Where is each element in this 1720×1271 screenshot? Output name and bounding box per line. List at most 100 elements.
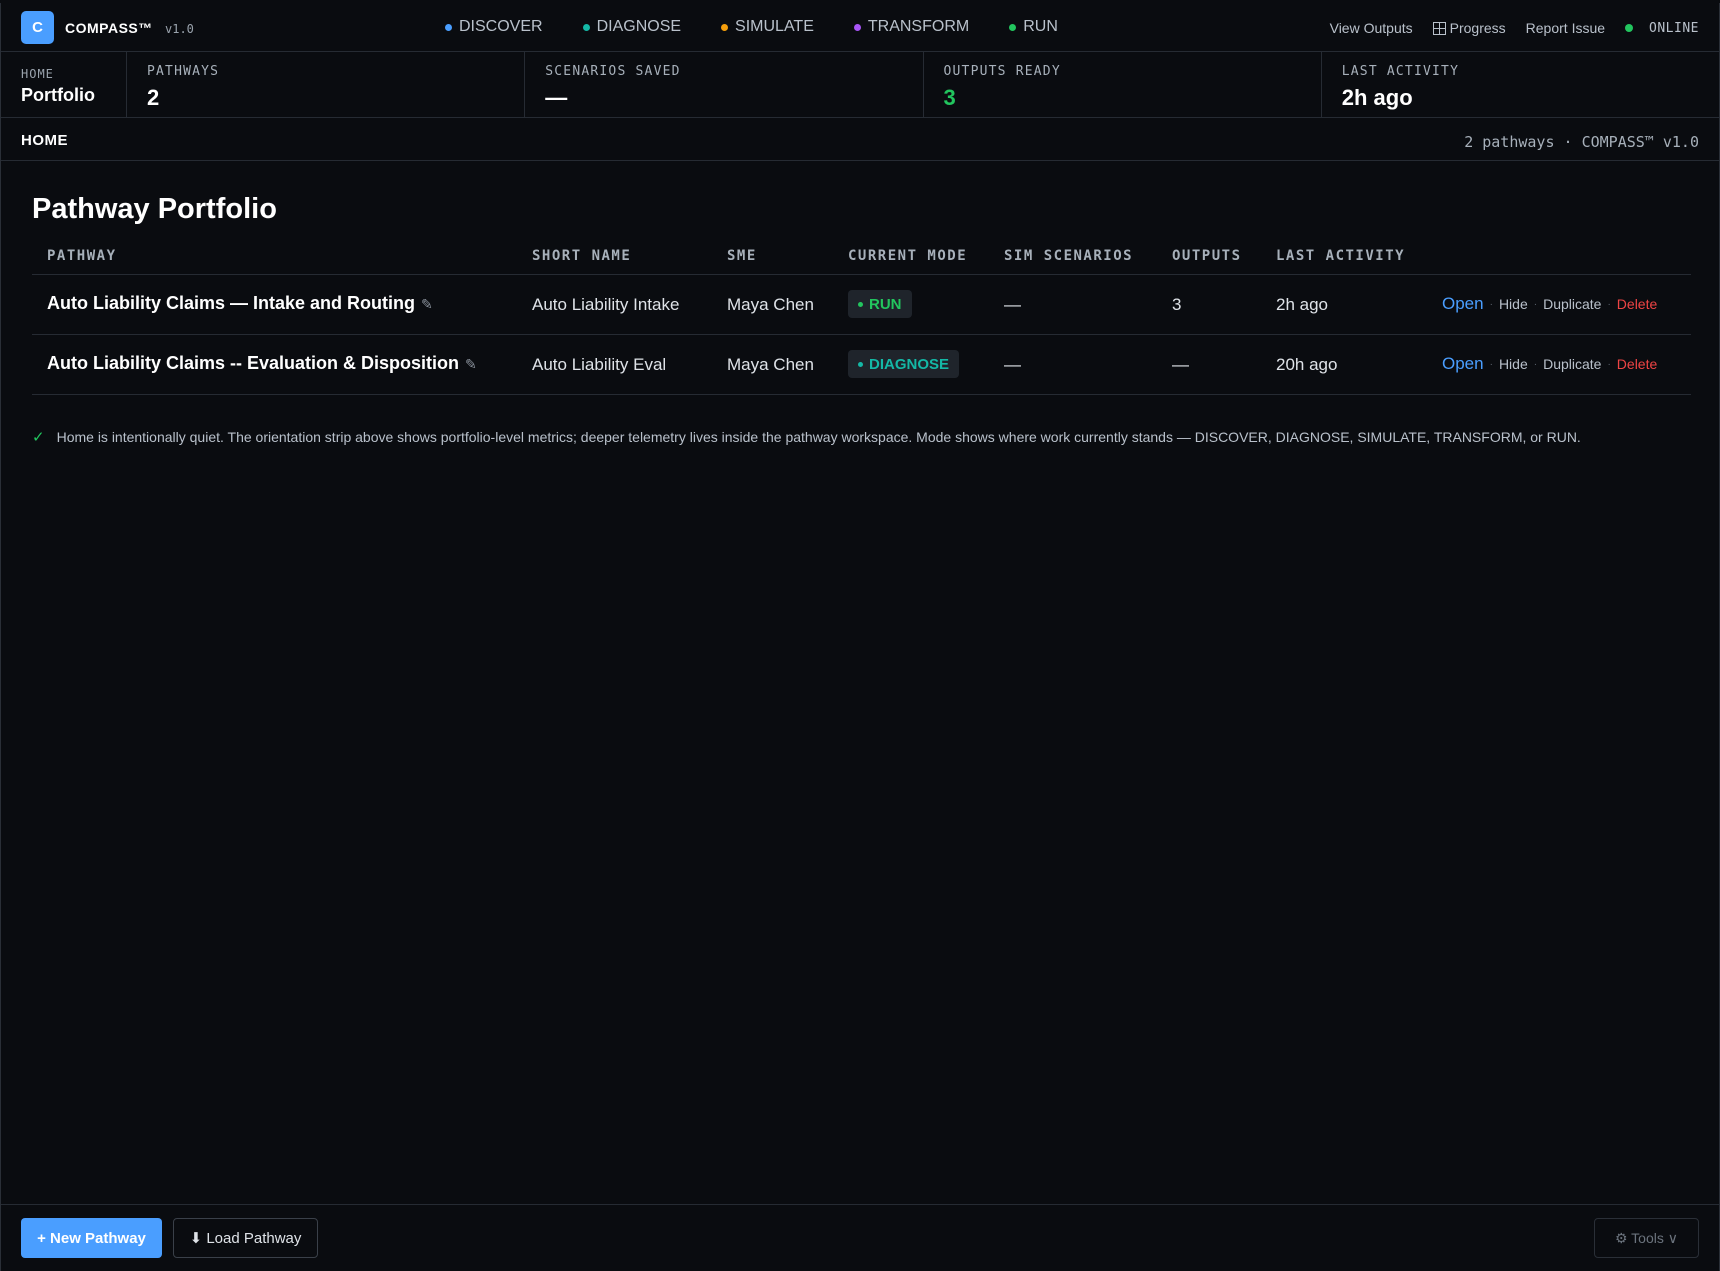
mode-label: TRANSFORM (867, 18, 970, 35)
metric-label: OUTPUTS READY (943, 64, 1061, 79)
hide-button[interactable]: Hide (1499, 296, 1528, 312)
new-pathway-button[interactable]: + New Pathway (21, 1218, 162, 1258)
short-name: Auto Liability Intake (532, 295, 680, 314)
logo-letter: C (32, 19, 43, 36)
duplicate-button[interactable]: Duplicate (1543, 356, 1601, 372)
separator: · (1489, 358, 1493, 370)
status-dot-icon (1625, 24, 1634, 32)
col-outputs: OUTPUTS (1172, 248, 1242, 264)
table-row: Auto Liability Claims — Intake and Routi… (32, 275, 1691, 335)
metric-label: PATHWAYS (147, 64, 220, 79)
tools-button[interactable]: ⚙ Tools ∨ (1594, 1218, 1699, 1258)
sim-scenarios: — (1004, 355, 1021, 374)
mode-dot-icon (858, 361, 863, 367)
open-button[interactable]: Open (1442, 354, 1484, 374)
sme: Maya Chen (727, 355, 814, 374)
metric-value: — (545, 85, 568, 110)
separator: · (1533, 358, 1538, 370)
mode-label: RUN (1023, 18, 1058, 35)
separator: · (1607, 358, 1611, 370)
load-pathway-button[interactable]: ⬇ Load Pathway (173, 1218, 318, 1258)
breadcrumb: HOME 2 pathways · COMPASS™ v1.0 (1, 118, 1719, 161)
hide-button[interactable]: Hide (1499, 356, 1528, 372)
mode-nav: DISCOVER DIAGNOSE SIMULATE TRANSFORM RUN (445, 18, 1098, 36)
info-note: ✓ Home is intentionally quiet. The orien… (32, 428, 1581, 446)
top-right-links: View Outputs Progress Report Issue ONLIN… (1310, 20, 1699, 36)
mode-badge-label: DIAGNOSE (869, 355, 950, 373)
separator: · (1489, 298, 1493, 310)
info-note-text: Home is intentionally quiet. The orienta… (56, 429, 1581, 445)
last-activity: 2h ago (1276, 295, 1328, 314)
orientation-strip: HOME Portfolio PATHWAYS 2 SCENARIOS SAVE… (1, 52, 1719, 118)
table-row: Auto Liability Claims -- Evaluation & Di… (32, 335, 1691, 395)
pathway-name-cell[interactable]: Auto Liability Claims — Intake and Routi… (47, 293, 433, 314)
open-button[interactable]: Open (1442, 294, 1484, 314)
mode-simulate[interactable]: SIMULATE (721, 18, 814, 36)
pathway-table: PATHWAY SHORT NAME SME CURRENT MODE SIM … (32, 239, 1691, 395)
metric-label: LAST ACTIVITY (1341, 64, 1460, 79)
pathway-name-cell[interactable]: Auto Liability Claims -- Evaluation & Di… (47, 353, 477, 374)
app-window: C COMPASS™ v1.0 DISCOVER DIAGNOSE SIMULA… (0, 3, 1720, 1271)
grid-icon (1432, 22, 1446, 35)
progress-link[interactable]: Progress (1432, 20, 1506, 36)
duplicate-button[interactable]: Duplicate (1543, 296, 1601, 312)
last-activity: 20h ago (1276, 355, 1338, 374)
mode-label: DISCOVER (459, 18, 543, 35)
separator: · (1607, 298, 1611, 310)
status-label: ONLINE (1649, 20, 1699, 36)
breadcrumb-meta: 2 pathways · COMPASS™ v1.0 (1464, 133, 1699, 151)
app-version: v1.0 (165, 22, 194, 36)
short-name: Auto Liability Eval (532, 355, 667, 374)
col-sme: SME (727, 248, 757, 264)
logo[interactable]: C (21, 11, 54, 44)
metric-value: 2h ago (1341, 85, 1413, 110)
delete-button[interactable]: Delete (1617, 296, 1657, 312)
mode-badge: RUN (848, 290, 912, 318)
footer-bar: + New Pathway ⬇ Load Pathway ⚙ Tools ∨ (1, 1204, 1719, 1271)
col-current-mode: CURRENT MODE (848, 248, 968, 264)
metric-last-activity: LAST ACTIVITY 2h ago (1322, 52, 1719, 117)
sme: Maya Chen (727, 295, 814, 314)
brand-name: COMPASS™ (65, 20, 153, 36)
outputs-count: 3 (1172, 295, 1182, 314)
pencil-icon[interactable]: ✎ (421, 296, 433, 313)
strip-home: HOME Portfolio (1, 52, 127, 117)
mode-dot-icon (853, 23, 861, 31)
metric-value: 3 (943, 85, 956, 110)
mode-dot-icon (1009, 23, 1017, 31)
view-outputs-link[interactable]: View Outputs (1330, 20, 1413, 36)
delete-button[interactable]: Delete (1617, 356, 1657, 372)
metric-scenarios-saved: SCENARIOS SAVED — (525, 52, 924, 117)
report-issue-link[interactable]: Report Issue (1526, 20, 1605, 36)
metric-outputs-ready: OUTPUTS READY 3 (924, 52, 1322, 117)
mode-label: SIMULATE (735, 18, 814, 35)
mode-dot-icon (445, 23, 452, 31)
table-header: PATHWAY SHORT NAME SME CURRENT MODE SIM … (32, 239, 1691, 275)
mode-badge-label: RUN (869, 295, 902, 313)
mode-dot-icon (858, 301, 863, 307)
mode-diagnose[interactable]: DIAGNOSE (582, 18, 682, 36)
strip-home-label: HOME (21, 67, 54, 81)
pencil-icon[interactable]: ✎ (465, 356, 477, 373)
check-icon: ✓ (32, 429, 45, 446)
sim-scenarios: — (1004, 295, 1021, 314)
pathway-name: Auto Liability Claims -- Evaluation & Di… (47, 353, 460, 373)
row-actions: Open · Hide · Duplicate · Delete (1442, 294, 1657, 314)
strip-home-value: Portfolio (21, 85, 95, 105)
mode-dot-icon (582, 23, 590, 31)
outputs-count: — (1172, 355, 1189, 374)
col-short-name: SHORT NAME (532, 248, 632, 264)
mode-dot-icon (721, 23, 729, 31)
top-bar: C COMPASS™ v1.0 DISCOVER DIAGNOSE SIMULA… (1, 3, 1719, 52)
progress-label: Progress (1449, 20, 1506, 36)
breadcrumb-current: HOME (21, 132, 68, 149)
metric-label: SCENARIOS SAVED (545, 64, 681, 79)
mode-label: DIAGNOSE (596, 18, 682, 35)
metric-value: 2 (147, 85, 160, 110)
mode-discover[interactable]: DISCOVER (445, 18, 543, 36)
col-last-activity: LAST ACTIVITY (1276, 248, 1406, 264)
mode-transform[interactable]: TRANSFORM (853, 18, 970, 36)
metric-pathways: PATHWAYS 2 (127, 52, 526, 117)
mode-run[interactable]: RUN (1009, 18, 1058, 36)
col-sim-scenarios: SIM SCENARIOS (1004, 248, 1134, 264)
